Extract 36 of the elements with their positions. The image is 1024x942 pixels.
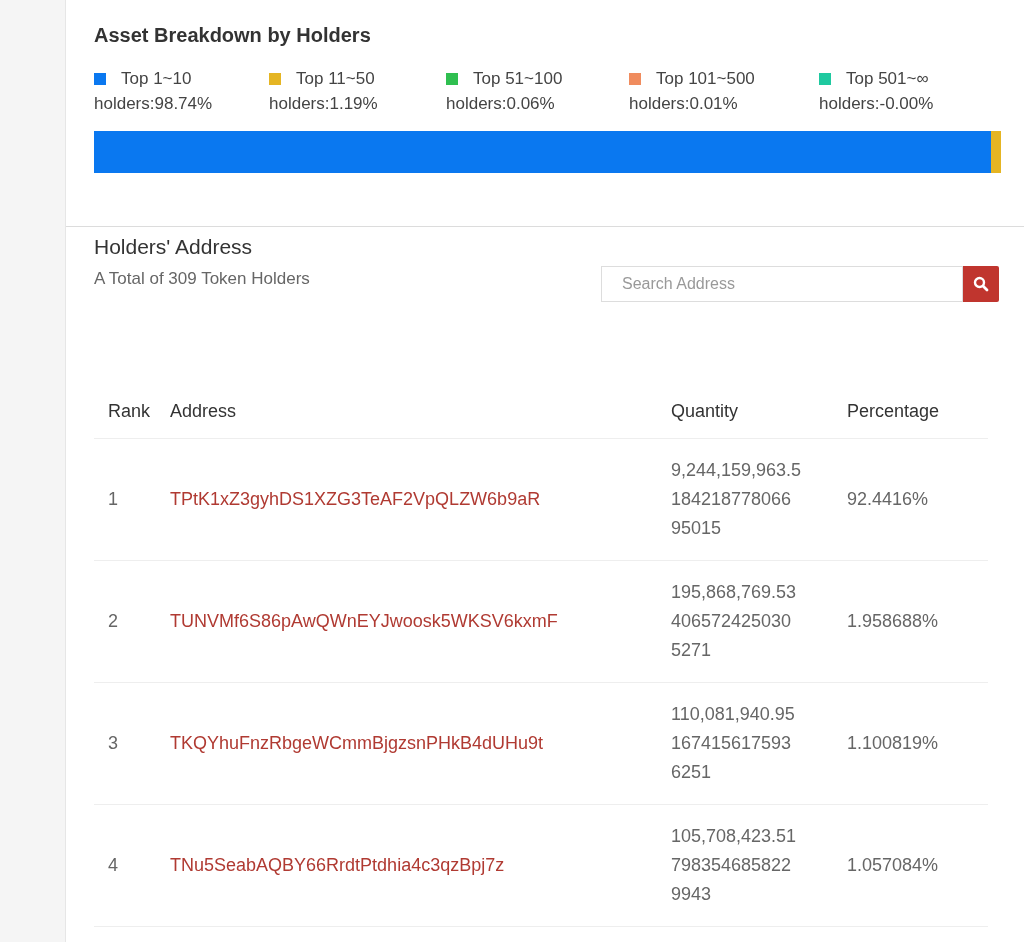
legend-value: holders:1.19% (269, 94, 379, 114)
percentage-cell: 1.057084% (847, 804, 988, 927)
rank-cell: 2 (94, 560, 170, 683)
address-link[interactable]: TNu5SeabAQBY66RrdtPtdhia4c3qzBpj7z (170, 855, 505, 875)
section-title: Holders' Address (94, 235, 254, 259)
legend-label: Top 101~500 (656, 69, 755, 89)
quantity-cell: 105,708,423.51 798354685822 9943 (671, 804, 847, 927)
search-button[interactable] (963, 266, 999, 302)
percentage-cell: 92.4416% (847, 438, 988, 561)
quantity-cell: 9,244,159,963.5 184218778066 95015 (671, 438, 847, 561)
address-link[interactable]: TUNVMf6S86pAwQWnEYJwoosk5WKSV6kxmF (170, 611, 558, 631)
column-header: Address (170, 394, 671, 439)
column-header: Rank (94, 394, 170, 439)
legend-value: holders:-0.00% (819, 94, 935, 114)
legend-label: Top 1~10 (121, 69, 192, 89)
address-link[interactable]: TKQYhuFnzRbgeWCmmBjgzsnPHkB4dUHu9t (170, 733, 544, 753)
column-header: Quantity (671, 394, 847, 439)
holders-count: A Total of 309 Token Holders (94, 269, 310, 289)
legend-label: Top 501~∞ (846, 69, 929, 89)
percentage-cell: 1.100819% (847, 682, 988, 805)
legend-value: holders:98.74% (94, 94, 214, 114)
percentage-cell: 1.958688% (847, 560, 988, 683)
section-title: Asset Breakdown by Holders (94, 24, 372, 47)
legend-label: Top 51~100 (473, 69, 563, 89)
search-field[interactable]: Search Address (601, 266, 963, 302)
quantity-cell: 110,081,940.95 167415617593 6251 (671, 682, 847, 805)
rank-cell: 1 (94, 438, 170, 561)
legend-label: Top 11~50 (296, 69, 375, 89)
rank-cell: 4 (94, 804, 170, 927)
legend-value: holders:0.06% (446, 94, 556, 114)
address-link[interactable]: TPtK1xZ3gyhDS1XZG3TeAF2VpQLZW6b9aR (170, 489, 541, 509)
legend-value: holders:0.01% (629, 94, 739, 114)
column-header: Percentage (847, 394, 988, 439)
quantity-cell: 195,868,769.53 406572425030 5271 (671, 560, 847, 683)
search-icon (973, 276, 989, 292)
rank-cell: 3 (94, 682, 170, 805)
